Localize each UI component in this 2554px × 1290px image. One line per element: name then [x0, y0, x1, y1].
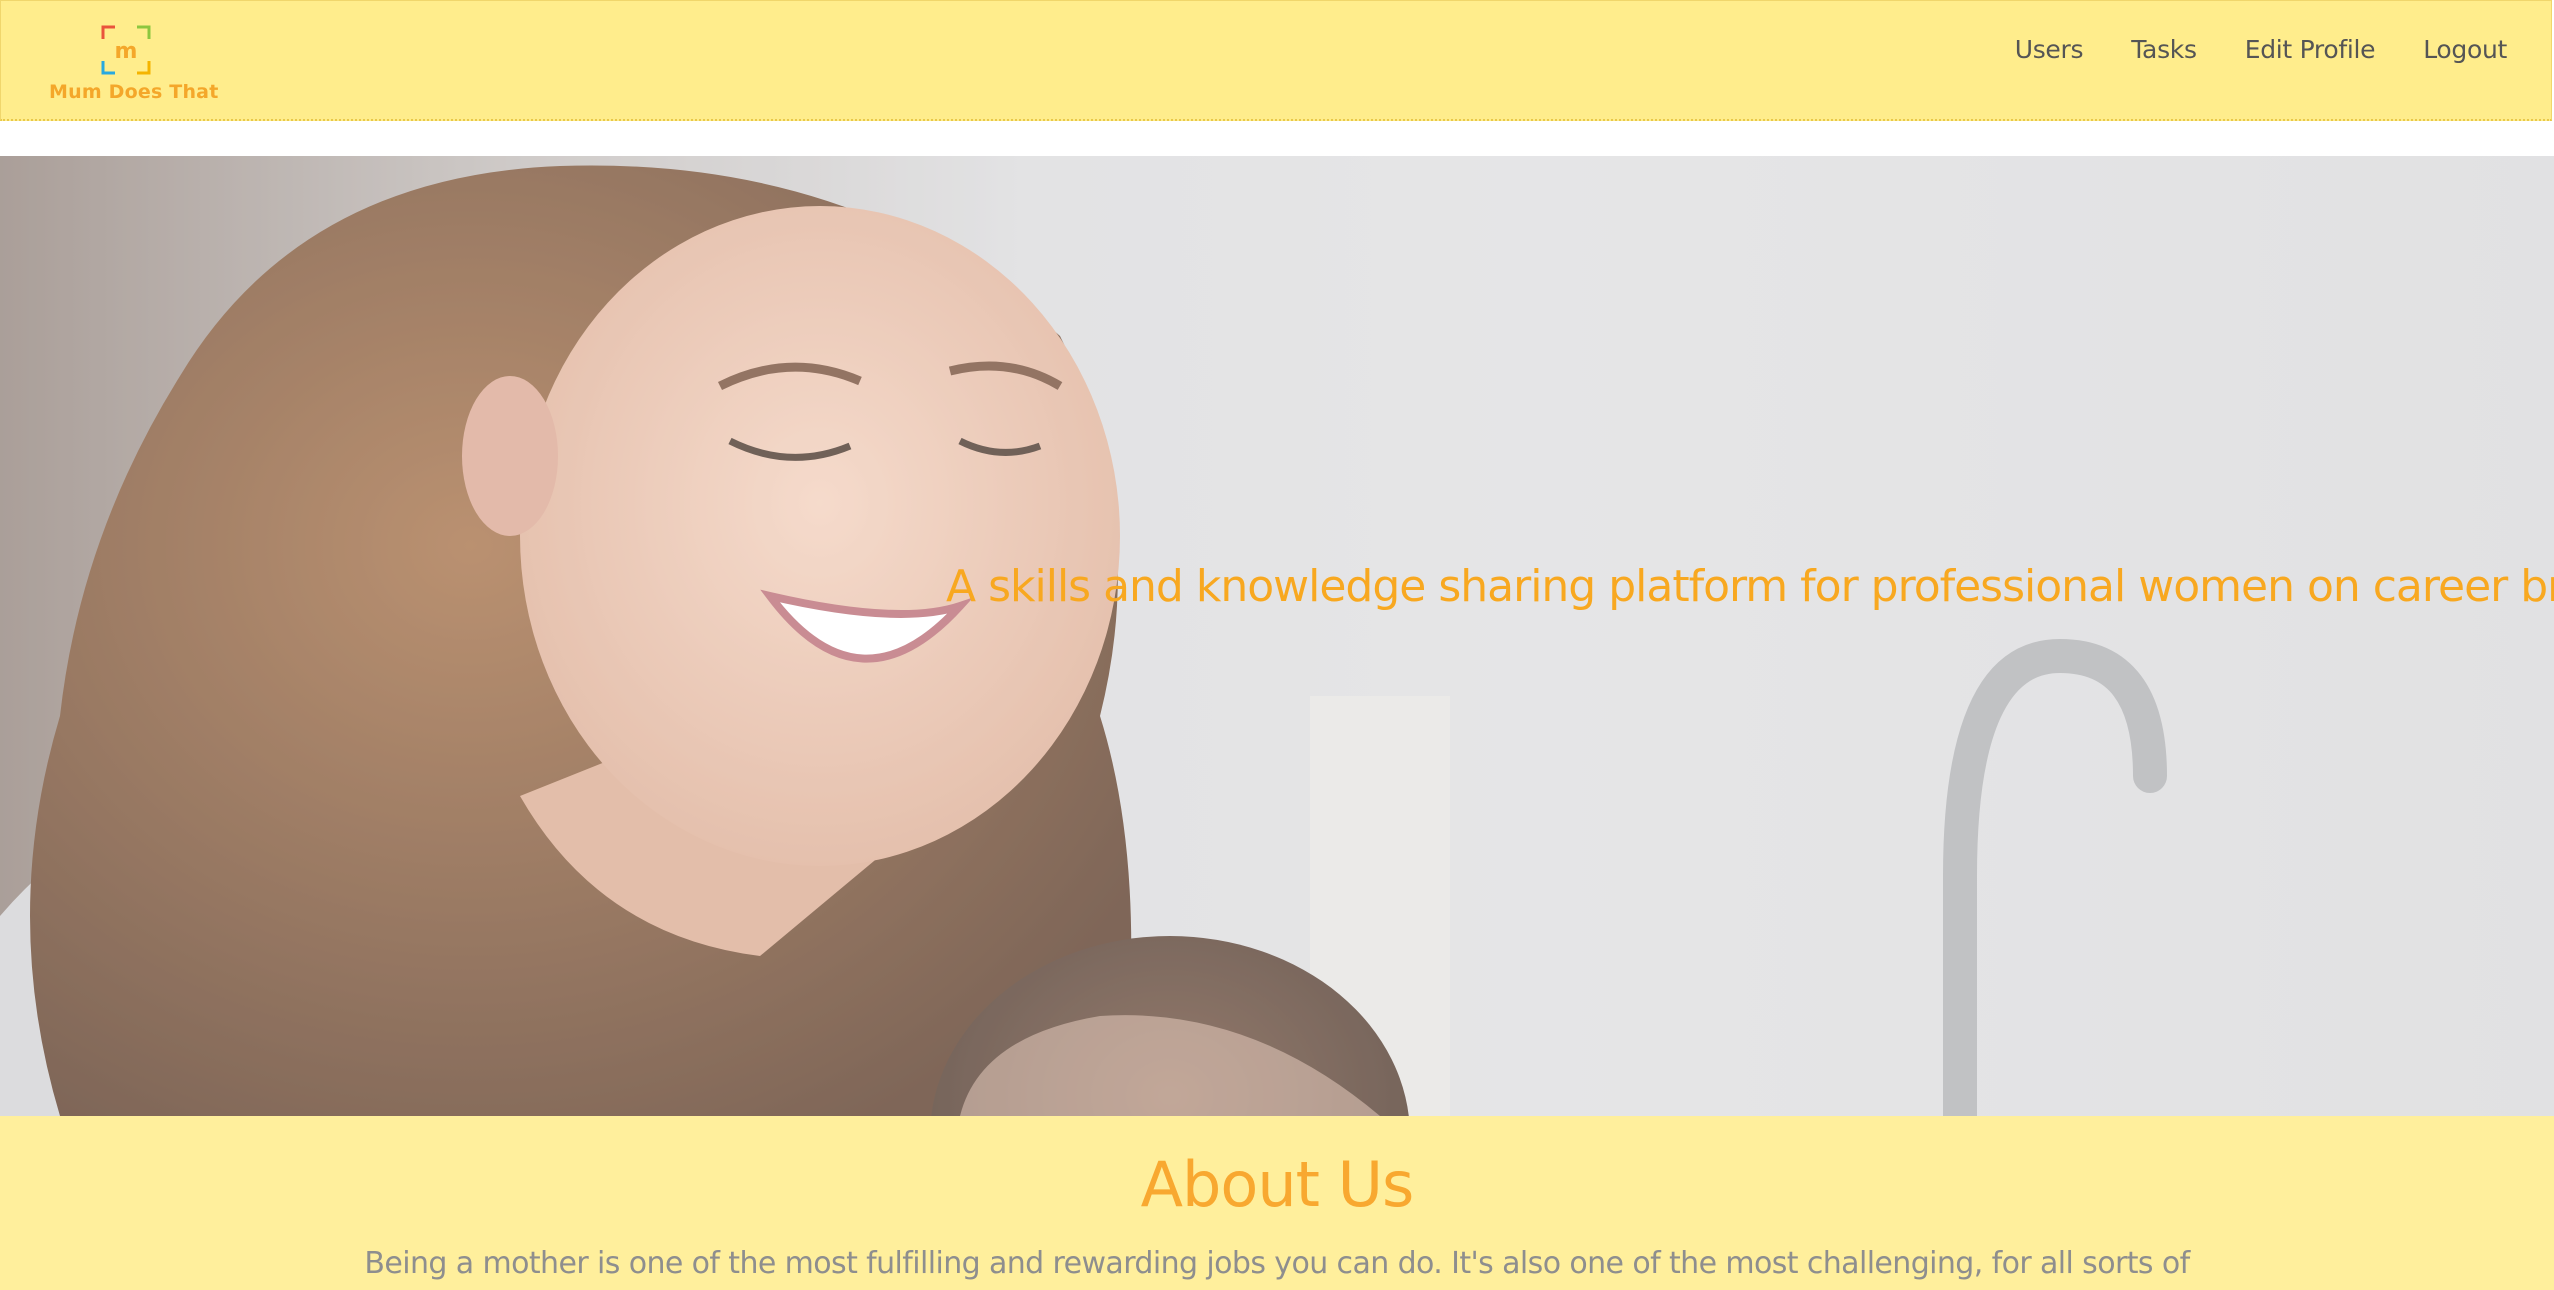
hero-tagline: A skills and knowledge sharing platform …	[946, 561, 2554, 612]
nav-links: Users Tasks Edit Profile Logout	[2015, 35, 2508, 64]
about-section: About Us Being a mother is one of the mo…	[0, 1116, 2554, 1290]
nav-link-users[interactable]: Users	[2015, 35, 2084, 64]
brand-name: Mum Does That	[49, 81, 219, 103]
hero-overlay	[0, 156, 2554, 1116]
hero-banner: A skills and knowledge sharing platform …	[0, 156, 2554, 1116]
nav-link-tasks[interactable]: Tasks	[2131, 35, 2197, 64]
about-text: Being a mother is one of the most fulfil…	[364, 1246, 2190, 1281]
framed-m-logo-icon: m	[101, 25, 151, 75]
brand-logo-link[interactable]: m Mum Does That	[49, 25, 219, 109]
top-navbar: m Mum Does That Users Tasks Edit Profile…	[0, 0, 2552, 121]
nav-link-logout[interactable]: Logout	[2423, 35, 2507, 64]
nav-link-edit-profile[interactable]: Edit Profile	[2245, 35, 2376, 64]
about-title: About Us	[1140, 1148, 1415, 1221]
logo-letter: m	[115, 39, 138, 64]
